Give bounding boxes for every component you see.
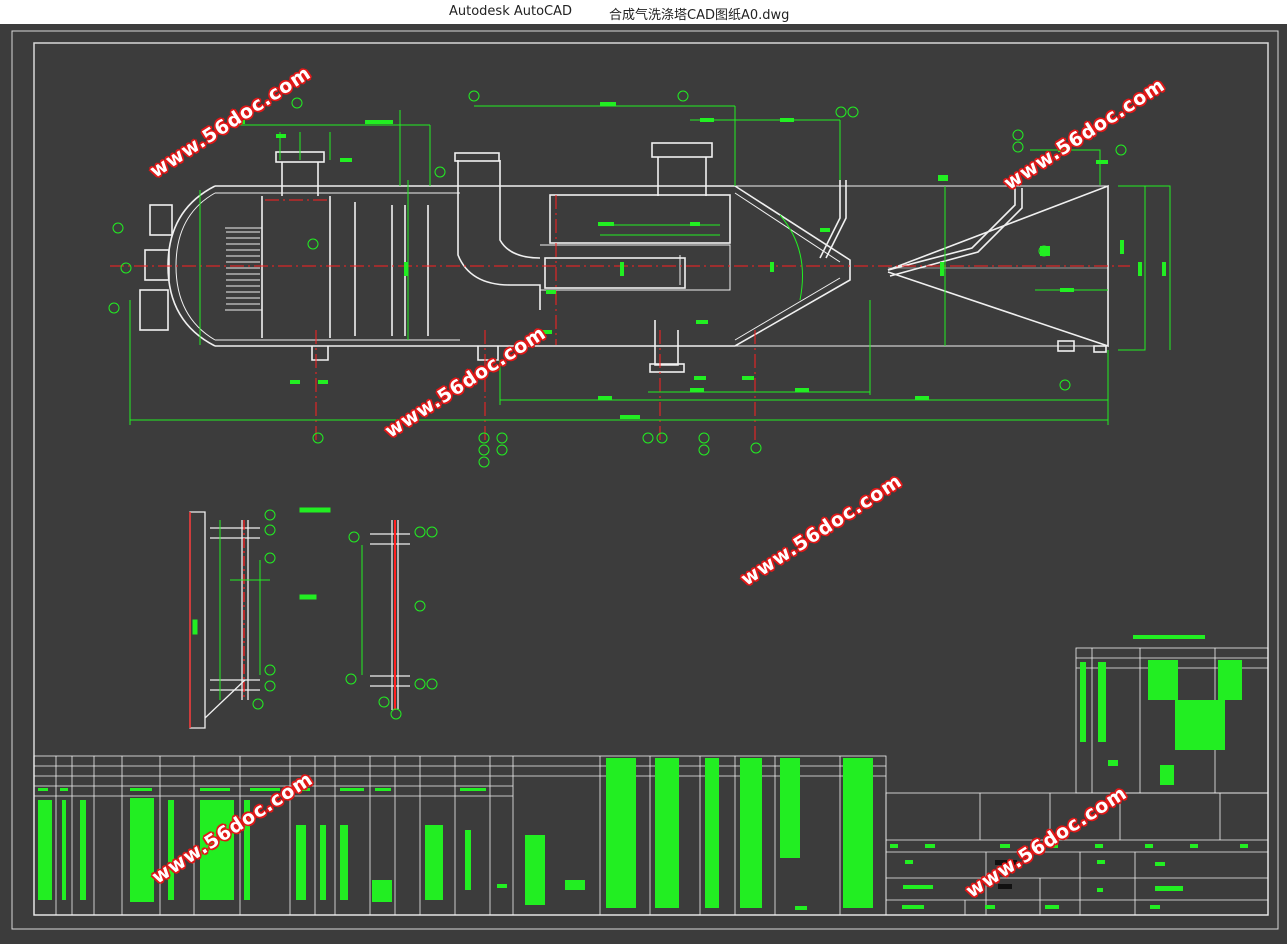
nozzle-table-entries — [1080, 635, 1242, 785]
drawing-canvas[interactable]: www.56doc.com www.56doc.com www.56doc.co… — [0, 24, 1287, 940]
centerlines — [110, 195, 1130, 440]
outer-frame — [11, 30, 1279, 930]
level-gauge-dims-right — [299, 507, 438, 720]
level-gauge-detail-right — [370, 520, 410, 710]
tray-hatch — [226, 231, 260, 305]
title-block-entries — [890, 844, 1248, 909]
dimension-labels — [233, 102, 1166, 419]
level-gauge-detail-left — [189, 511, 260, 729]
parts-table-entries — [38, 758, 873, 910]
window-title-bar: Autodesk AutoCAD 合成气洗涤塔CAD图纸A0.dwg — [0, 0, 1287, 24]
document-title: 合成气洗涤塔CAD图纸A0.dwg — [609, 8, 790, 23]
inner-frame — [33, 42, 1269, 916]
app-name: Autodesk AutoCAD — [449, 4, 573, 19]
vessel-elevation — [139, 142, 1109, 373]
